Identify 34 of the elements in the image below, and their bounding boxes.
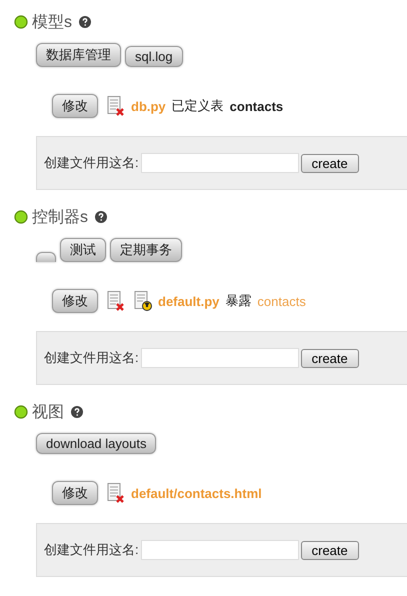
file-description: 暴露 bbox=[225, 292, 252, 310]
action-button[interactable]: download layouts bbox=[36, 433, 156, 454]
filename-input[interactable] bbox=[140, 540, 299, 560]
create-label: 创建文件用这名: bbox=[44, 349, 139, 367]
create-label: 创建文件用这名: bbox=[44, 154, 139, 172]
delete-file-icon[interactable] bbox=[107, 96, 125, 116]
help-icon[interactable] bbox=[71, 406, 83, 418]
section-title: 视图 bbox=[32, 402, 64, 422]
status-dot-icon bbox=[14, 405, 28, 419]
test-file-icon[interactable] bbox=[134, 291, 152, 311]
create-button[interactable]: create bbox=[300, 348, 359, 368]
create-button[interactable]: create bbox=[300, 154, 359, 172]
filename-input[interactable] bbox=[140, 348, 299, 368]
edit-button[interactable]: 修改 bbox=[52, 481, 98, 505]
table-name: contacts bbox=[230, 98, 284, 114]
action-button[interactable]: 数据库管理 bbox=[36, 43, 121, 67]
status-dot-icon bbox=[14, 15, 28, 29]
action-button[interactable]: sql.log bbox=[125, 46, 183, 67]
filename-input[interactable] bbox=[140, 153, 299, 173]
create-button[interactable]: create bbox=[300, 540, 359, 560]
blank-button[interactable] bbox=[36, 252, 56, 262]
file-description: 已定义表 bbox=[172, 97, 224, 115]
delete-file-icon[interactable] bbox=[107, 483, 125, 503]
help-icon[interactable] bbox=[79, 16, 91, 28]
help-icon[interactable] bbox=[95, 211, 107, 223]
action-button[interactable]: 定期事务 bbox=[110, 238, 182, 262]
section-title: 控制器s bbox=[32, 208, 88, 228]
section-title: 模型s bbox=[32, 12, 72, 32]
edit-button[interactable]: 修改 bbox=[52, 289, 98, 313]
action-button[interactable]: 测试 bbox=[60, 238, 106, 262]
edit-button[interactable]: 修改 bbox=[52, 94, 98, 118]
delete-file-icon[interactable] bbox=[107, 291, 125, 311]
create-label: 创建文件用这名: bbox=[44, 541, 139, 559]
status-dot-icon bbox=[14, 210, 28, 224]
